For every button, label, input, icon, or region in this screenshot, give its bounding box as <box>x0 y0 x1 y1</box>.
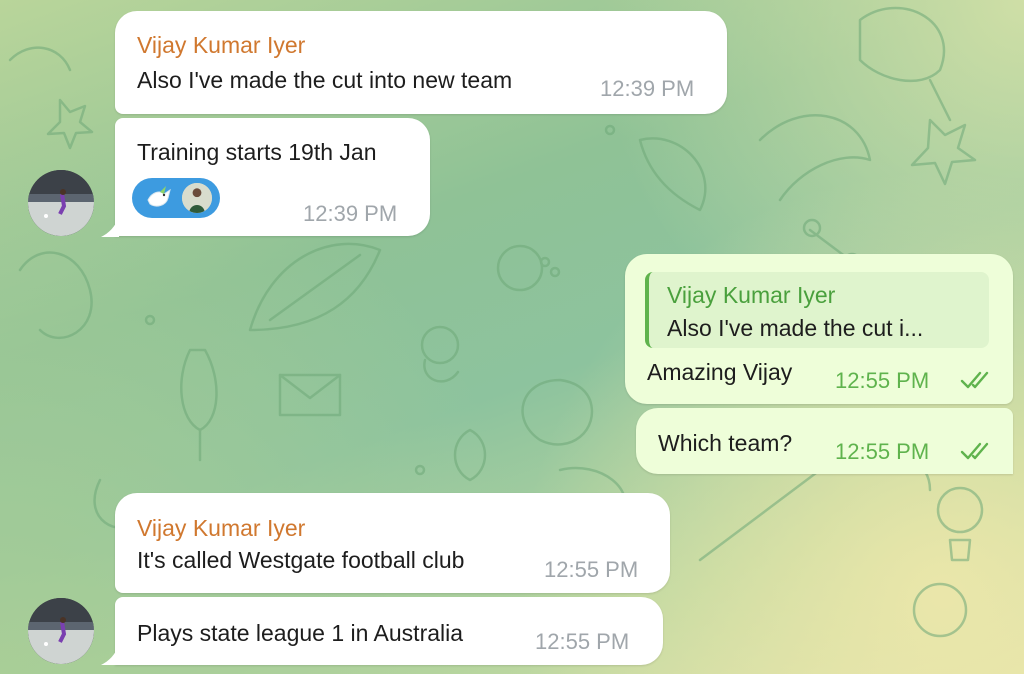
sender-name[interactable]: Vijay Kumar Iyer <box>137 514 305 542</box>
message-bubble-outgoing[interactable]: Which team? 12:55 PM <box>636 408 1013 474</box>
contact-avatar[interactable] <box>28 170 94 236</box>
sender-name[interactable]: Vijay Kumar Iyer <box>137 31 305 59</box>
message-bubble-incoming[interactable]: Vijay Kumar Iyer It's called Westgate fo… <box>115 493 670 593</box>
read-double-check-icon <box>960 371 989 389</box>
reaction-badge[interactable] <box>132 178 220 218</box>
read-double-check-icon <box>960 442 989 460</box>
message-text: Which team? <box>658 430 793 456</box>
message-text: Also I've made the cut into new team <box>137 67 513 93</box>
message-time: 12:55 PM <box>535 629 630 654</box>
message-time: 12:55 PM <box>544 557 639 582</box>
contact-avatar[interactable] <box>28 598 94 664</box>
bubble-tail <box>101 217 119 237</box>
message-bubble-incoming[interactable]: Training starts 19th Jan 12:39 PM <box>115 118 430 236</box>
bubble-tail <box>101 645 119 665</box>
message-bubble-incoming[interactable]: Vijay Kumar Iyer Also I've made the cut … <box>115 11 727 114</box>
message-time: 12:55 PM <box>835 368 930 393</box>
reply-sender-name: Vijay Kumar Iyer <box>667 282 836 308</box>
message-text: Training starts 19th Jan <box>137 139 377 165</box>
message-time: 12:55 PM <box>835 439 930 464</box>
reactor-avatar[interactable] <box>180 181 214 215</box>
reply-preview[interactable]: Vijay Kumar Iyer Also I've made the cut … <box>645 272 989 348</box>
message-time: 12:39 PM <box>303 201 398 226</box>
dove-emoji-icon <box>142 182 174 214</box>
reply-text: Also I've made the cut i... <box>667 315 924 341</box>
message-text: Plays state league 1 in Australia <box>137 620 464 646</box>
message-bubble-incoming[interactable]: Plays state league 1 in Australia 12:55 … <box>115 597 663 665</box>
message-text: It's called Westgate football club <box>137 547 465 573</box>
message-time: 12:39 PM <box>600 76 695 101</box>
chat-view: Vijay Kumar Iyer Also I've made the cut … <box>0 0 1024 674</box>
message-bubble-outgoing[interactable]: Vijay Kumar Iyer Also I've made the cut … <box>625 254 1013 404</box>
message-text: Amazing Vijay <box>647 359 793 385</box>
